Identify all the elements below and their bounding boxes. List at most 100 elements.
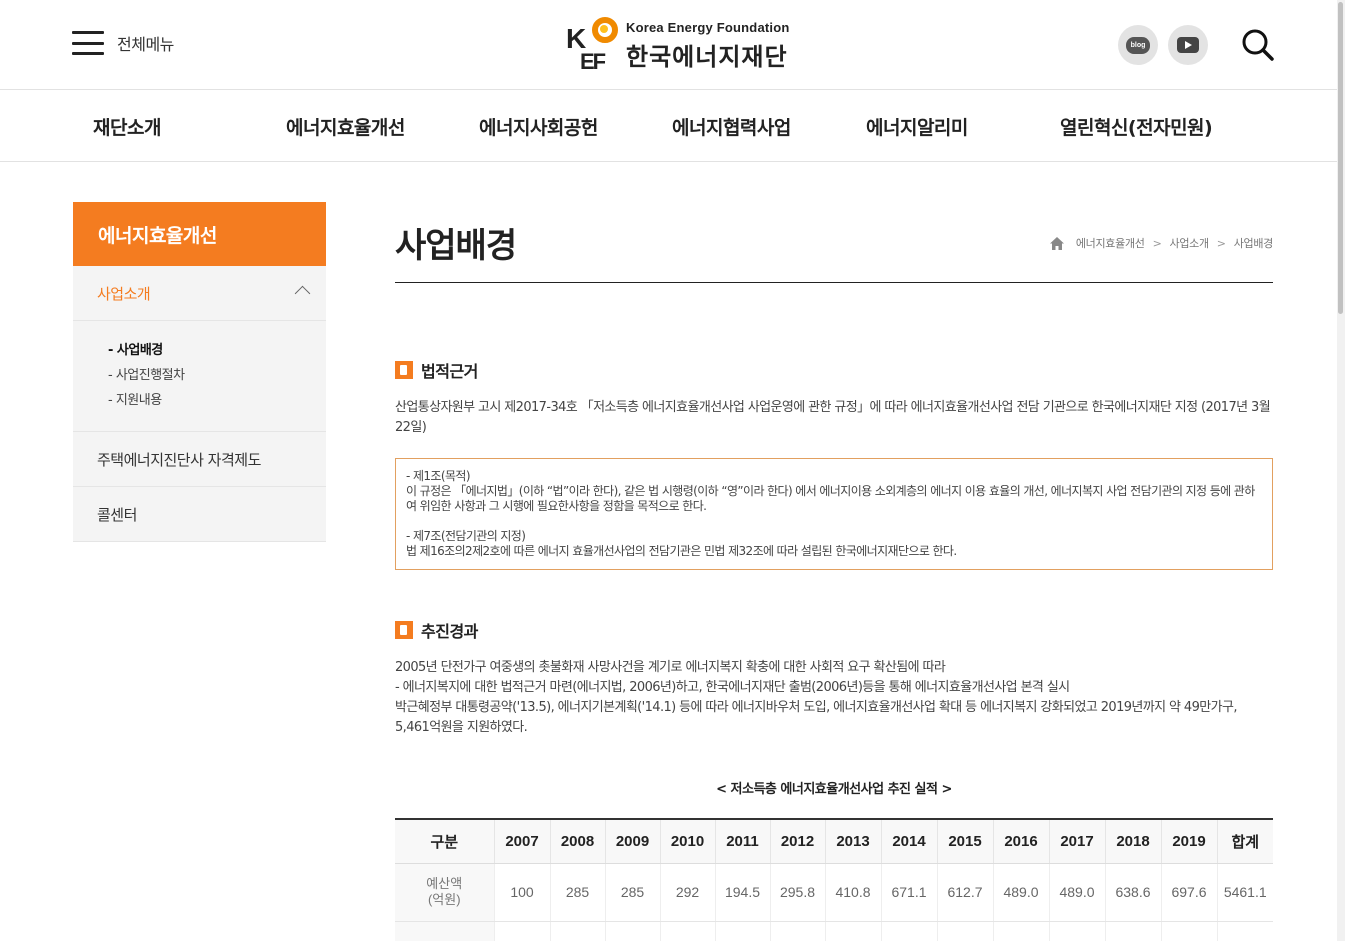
- side-nav-call-center[interactable]: 콜센터: [73, 487, 326, 542]
- section-progress-heading: 추진경과: [395, 618, 478, 642]
- side-nav-sub-background[interactable]: - 사업배경: [108, 338, 326, 363]
- table-header-cell: 2018: [1105, 819, 1162, 864]
- table-cell: 489.0: [993, 863, 1050, 922]
- main-navigation: 재단소개 에너지효율개선 에너지사회공헌 에너지협력사업 에너지알리미 열린혁신…: [0, 91, 1337, 162]
- breadcrumb-item-efficiency[interactable]: 에너지효율개선: [1076, 235, 1145, 251]
- table-header-row: 구분 2007 2008 2009 2010 2011 2012 2013 2014 2015 20…: [395, 819, 1273, 864]
- breadcrumb: 에너지효율개선 > 사업소개 > 사업배경: [1049, 235, 1274, 251]
- home-icon[interactable]: [1049, 236, 1064, 250]
- chevron-up-icon: [294, 285, 311, 302]
- side-navigation: 에너지효율개선 사업소개 - 사업배경 - 사업진행절차 - 지원내용 주택에너…: [73, 202, 326, 542]
- table-cell: 20,628: [770, 921, 826, 941]
- table-cell: 671.1: [881, 863, 938, 922]
- logo-korean-name: 한국에너지재단: [626, 43, 788, 71]
- progress-line: 박근혜정부 대통령공약('13.5), 에너지기본계획('14.1) 등에 따라…: [395, 700, 1237, 735]
- kef-logo-icon: K EF: [566, 15, 622, 77]
- table-header-category: 구분: [395, 819, 495, 864]
- table-cell: 194.5: [715, 863, 771, 922]
- table-cell: 295.8: [770, 863, 826, 922]
- table-caption: < 저소득층 에너지효율개선사업 추진 실적 >: [716, 782, 952, 797]
- progress-line: 2005년 단전가구 여중생의 촛불화재 사망사건을 계기로 에너지복지 확충에…: [395, 660, 946, 675]
- breadcrumb-item-intro[interactable]: 사업소개: [1170, 235, 1210, 251]
- gnb-item-open-innovation[interactable]: 열린혁신(전자민원): [1060, 113, 1213, 140]
- site-logo[interactable]: K EF Korea Energy Foundation 한국에너지재단: [566, 15, 790, 77]
- side-nav-diagnostician[interactable]: 주택에너지진단사 자격제도: [73, 432, 326, 487]
- table-cell: 42,158: [881, 921, 938, 941]
- table-header-cell: 2008: [550, 819, 606, 864]
- table-cell: 292: [660, 863, 716, 922]
- table-header-cell: 2017: [1049, 819, 1106, 864]
- table-cell: 16,501: [494, 921, 551, 941]
- table-cell: 612.7: [937, 863, 994, 922]
- table-cell: 285: [605, 863, 661, 922]
- all-menu-button[interactable]: 전체메뉴: [72, 31, 174, 55]
- gnb-item-cooperation[interactable]: 에너지협력사업: [672, 113, 791, 140]
- table-cell: 29,468: [993, 921, 1050, 941]
- regulation-line: - 제1조(목적): [406, 469, 471, 483]
- table-cell: 494,763: [1217, 921, 1273, 941]
- gnb-item-social[interactable]: 에너지사회공헌: [479, 113, 598, 140]
- search-icon[interactable]: [1241, 28, 1275, 62]
- hamburger-icon: [72, 31, 104, 55]
- side-nav-sub-procedure[interactable]: - 사업진행절차: [108, 363, 326, 388]
- title-divider: [395, 282, 1273, 283]
- table-header-cell: 2010: [660, 819, 716, 864]
- regulation-line: 이 규정은 「에너지법」(이하 “법”이라 한다), 같은 법 시행령(이하 “…: [406, 484, 1255, 513]
- side-nav-title: 에너지효율개선: [73, 202, 326, 266]
- section-legal-basis-heading: 법적근거: [395, 358, 478, 382]
- side-nav-submenu: - 사업배경 - 사업진행절차 - 지원내용: [73, 321, 326, 432]
- side-nav-business-intro-label: 사업소개: [97, 285, 151, 303]
- table-header-cell: 2007: [494, 819, 551, 864]
- blog-link[interactable]: blog: [1118, 25, 1158, 65]
- table-cell: 100: [494, 863, 551, 922]
- blog-icon: blog: [1126, 36, 1150, 54]
- table-cell: 410.8: [825, 863, 882, 922]
- youtube-link[interactable]: [1168, 25, 1208, 65]
- table-cell: 40,707: [937, 921, 994, 941]
- table-row: 가구16,50180,12068,22142,22621,42820,62826…: [395, 921, 1273, 941]
- regulation-line: - 제7조(전담기관의 지정): [406, 529, 526, 543]
- table-cell: 26,508: [825, 921, 882, 941]
- all-menu-label: 전체메뉴: [117, 35, 174, 54]
- progress-line: - 에너지복지에 대한 법적근거 마련(에너지법, 2006년)하고, 한국에너…: [395, 680, 1070, 695]
- table-header-cell: 2012: [770, 819, 826, 864]
- side-nav-business-intro[interactable]: 사업소개: [73, 266, 326, 321]
- breadcrumb-item-current: 사업배경: [1233, 237, 1274, 250]
- table-cell: 30,052: [1161, 921, 1218, 941]
- table-row-header: 예산액 (억원): [395, 863, 495, 922]
- table-header-cell: 2015: [937, 819, 994, 864]
- table-cell: 68,221: [605, 921, 661, 941]
- table-cell: 42,226: [660, 921, 716, 941]
- breadcrumb-separator-icon: >: [1152, 236, 1162, 250]
- table-cell: 638.6: [1105, 863, 1162, 922]
- section-bullet-icon: [395, 361, 413, 379]
- table-cell: 80,120: [550, 921, 606, 941]
- gnb-item-about[interactable]: 재단소개: [93, 113, 161, 140]
- table-header-cell: 합계: [1217, 819, 1273, 864]
- breadcrumb-separator-icon: >: [1216, 236, 1226, 250]
- regulation-line: [406, 514, 1262, 529]
- scrollbar-thumb[interactable]: [1338, 2, 1343, 314]
- logo-english-name: Korea Energy Foundation: [626, 20, 790, 35]
- table-cell: 21,428: [715, 921, 771, 941]
- section-bullet-icon: [395, 621, 413, 639]
- table-cell: 285: [550, 863, 606, 922]
- youtube-icon: [1177, 37, 1199, 53]
- regulation-box: - 제1조(목적) 이 규정은 「에너지법」(이하 “법”이라 한다), 같은 …: [395, 458, 1273, 570]
- table-row-header: 가구: [395, 921, 495, 941]
- table-cell: 489.0: [1049, 863, 1106, 922]
- side-nav-sub-support[interactable]: - 지원내용: [108, 388, 326, 413]
- table-header-cell: 2009: [605, 819, 661, 864]
- site-header: 전체메뉴 K EF Korea Energy Foundation 한국에너지재…: [0, 0, 1337, 90]
- table-header-cell: 2016: [993, 819, 1050, 864]
- gnb-item-notice[interactable]: 에너지알리미: [866, 113, 968, 140]
- performance-table: 구분 2007 2008 2009 2010 2011 2012 2013 2014 2015 20…: [395, 818, 1273, 941]
- gnb-item-efficiency[interactable]: 에너지효율개선: [286, 113, 405, 140]
- legal-basis-text: 산업통상자원부 고시 제2017-34호 「저소득층 에너지효율개선사업 사업운…: [395, 400, 1271, 435]
- page-scrollbar[interactable]: [1337, 0, 1345, 941]
- table-cell: 26,128: [1049, 921, 1106, 941]
- table-header-cell: 2013: [825, 819, 882, 864]
- progress-text: 2005년 단전가구 여중생의 촛불화재 사망사건을 계기로 에너지복지 확충에…: [395, 658, 1273, 738]
- table-header-cell: 2019: [1161, 819, 1218, 864]
- table-row: 예산액 (억원) 100 285 285 292 194.5 295.8 410.8 671.1 6…: [395, 863, 1273, 922]
